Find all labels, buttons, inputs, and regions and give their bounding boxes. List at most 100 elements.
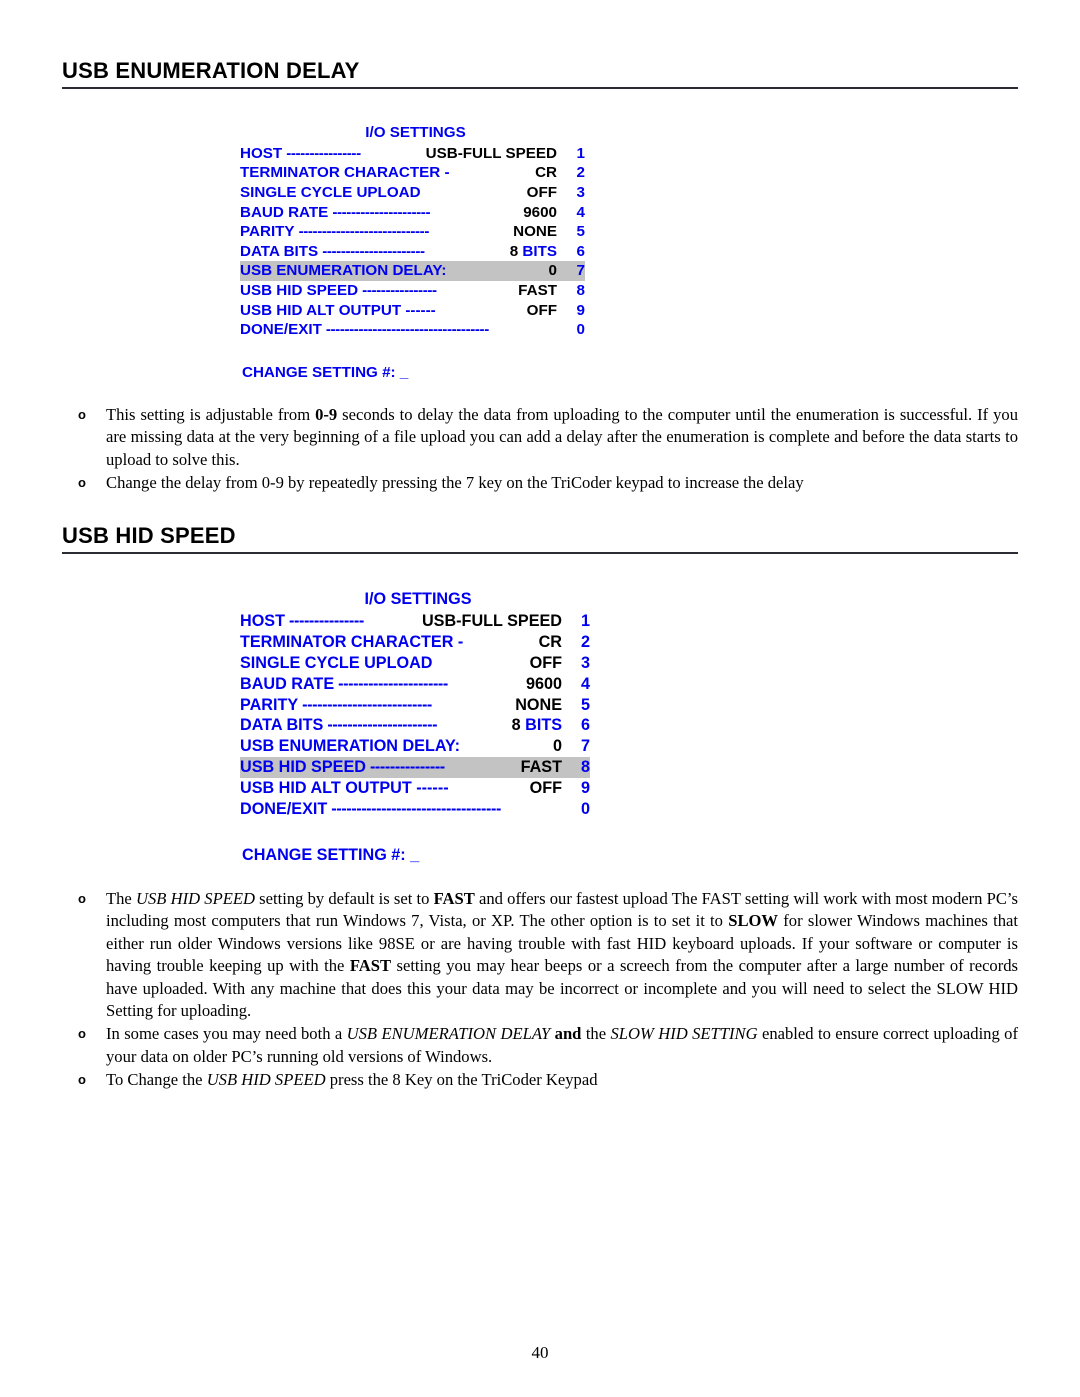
- menu-row-value: 9600: [525, 674, 562, 693]
- menu-row-index[interactable]: 8: [564, 757, 590, 778]
- menu-row-leader: --------------------------: [302, 695, 432, 714]
- text-run: The: [106, 888, 136, 908]
- menu-row-label: DONE/EXIT: [240, 321, 322, 339]
- menu-row-label: USB ENUMERATION DELAY:: [240, 262, 447, 280]
- menu-row-index[interactable]: 1: [559, 144, 585, 164]
- change-setting-label: CHANGE SETTING #:: [242, 364, 396, 382]
- menu-row-value-part: 8: [509, 242, 523, 260]
- menu-row[interactable]: USB HID SPEED ---------------- FAST 8: [240, 281, 585, 301]
- change-setting-prompt: CHANGE SETTING #: _: [240, 845, 590, 866]
- menu-row-value: CR: [538, 632, 562, 651]
- page-number: 40: [531, 1343, 549, 1362]
- menu-row-value: 9600: [523, 203, 557, 221]
- menu-row-index[interactable]: 7: [559, 261, 585, 281]
- text-run: SLOW HID SETTING: [610, 1024, 758, 1044]
- menu-row-value: FAST: [520, 758, 562, 777]
- menu-title: I/O SETTINGS: [365, 124, 466, 142]
- input-cursor[interactable]: _: [400, 364, 408, 381]
- menu-row-index[interactable]: 1: [564, 611, 590, 632]
- menu-row-label: USB ENUMERATION DELAY:: [240, 737, 461, 756]
- section-usb-hid-speed: USB HID SPEED: [62, 495, 1018, 555]
- text-run: SLOW: [728, 911, 779, 931]
- menu-row[interactable]: SINGLE CYCLE UPLOAD OFF 3: [240, 183, 585, 203]
- menu-row[interactable]: DATA BITS ---------------------- 8 BITS 6: [240, 242, 585, 262]
- menu-row-leader: ----------------: [286, 144, 361, 162]
- menu-row-label: DONE/EXIT: [240, 799, 328, 818]
- text-run: FAST: [433, 888, 475, 908]
- menu-row-index[interactable]: 0: [564, 799, 590, 820]
- section-usb-enumeration-delay: USB ENUMERATION DELAY: [62, 0, 1018, 90]
- menu-row-index[interactable]: 3: [559, 183, 585, 203]
- menu-row[interactable]: DONE/EXIT -------------------------------…: [240, 799, 590, 820]
- menu-row[interactable]: TERMINATOR CHARACTER - CR 2: [240, 163, 585, 183]
- text-run: USB HID SPEED: [136, 888, 255, 908]
- list-item: This setting is adjustable from 0-9 seco…: [62, 404, 1018, 471]
- text-run: setting by default is set to: [254, 888, 434, 908]
- text-run: USB HID SPEED: [206, 1069, 326, 1089]
- menu-row-index[interactable]: 9: [559, 301, 585, 321]
- menu-row-index[interactable]: 0: [559, 320, 585, 340]
- menu-row-leader: -----------------------------------: [325, 321, 489, 339]
- menu-row[interactable]: BAUD RATE --------------------- 9600 4: [240, 203, 585, 223]
- menu-row[interactable]: PARITY ---------------------------- NONE 5: [240, 222, 585, 242]
- menu-row-label: BAUD RATE: [240, 203, 329, 221]
- menu-row-leader: ----------------------: [322, 242, 425, 260]
- menu-row[interactable]: SINGLE CYCLE UPLOAD OFF 3: [240, 653, 590, 674]
- change-setting-prompt: CHANGE SETTING #: _: [240, 363, 585, 383]
- menu-row-index[interactable]: 4: [564, 674, 590, 695]
- menu-row-index[interactable]: 6: [564, 715, 590, 736]
- menu-row[interactable]: DONE/EXIT -------------------------------…: [240, 320, 585, 340]
- text-run: 0-9: [315, 405, 338, 424]
- menu-row-label: DATA BITS: [240, 716, 324, 735]
- menu-row[interactable]: DATA BITS ---------------------- 8 BITS 6: [240, 715, 590, 736]
- menu-row[interactable]: USB HID SPEED --------------- FAST 8: [240, 757, 590, 779]
- text-run: Change the delay from 0-9 by repeatedly …: [106, 472, 804, 492]
- menu-row-value-part: 8: [511, 716, 526, 735]
- menu-row-value: 0: [548, 262, 557, 280]
- menu-row[interactable]: BAUD RATE ---------------------- 9600 4: [240, 674, 590, 695]
- menu-row-index[interactable]: 3: [564, 653, 590, 674]
- menu-row-index[interactable]: 2: [559, 163, 585, 183]
- menu-row[interactable]: USB ENUMERATION DELAY: 0 7: [240, 261, 585, 282]
- menu-row-value: NONE: [513, 223, 557, 241]
- menu-row-value: CR: [535, 164, 557, 182]
- menu-row-index[interactable]: 6: [559, 242, 585, 262]
- menu-row[interactable]: USB HID ALT OUTPUT ------ OFF 9: [240, 301, 585, 321]
- list-item: The USB HID SPEED setting by default is …: [62, 888, 1018, 1023]
- menu-row[interactable]: HOST ---------------- USB-FULL SPEED 1: [240, 144, 585, 164]
- bullet-list-1: This setting is adjustable from 0-9 seco…: [62, 404, 1018, 495]
- page-title-secondary: USB HID SPEED: [62, 522, 236, 548]
- menu-row-value-part: BITS: [525, 716, 562, 735]
- menu-row-label: BAUD RATE: [240, 674, 335, 693]
- menu-row[interactable]: PARITY -------------------------- NONE 5: [240, 695, 590, 716]
- menu-row-index[interactable]: 7: [564, 736, 590, 757]
- list-item: Change the delay from 0-9 by repeatedly …: [62, 472, 1018, 495]
- menu-row-label: USB HID ALT OUTPUT ------: [240, 779, 449, 798]
- menu-row[interactable]: TERMINATOR CHARACTER - CR 2: [240, 632, 590, 653]
- menu-row[interactable]: USB ENUMERATION DELAY: 0 7: [240, 736, 590, 757]
- menu-row-index[interactable]: 9: [564, 778, 590, 799]
- menu-row-index[interactable]: 8: [559, 281, 585, 301]
- menu-row-index[interactable]: 5: [559, 222, 585, 242]
- change-setting-label: CHANGE SETTING #:: [242, 845, 406, 864]
- menu-row-value: OFF: [526, 301, 557, 319]
- menu-row-leader: ----------------------------------: [331, 799, 501, 818]
- menu-row-label: HOST: [240, 611, 285, 630]
- bullet-list-2: The USB HID SPEED setting by default is …: [62, 888, 1018, 1092]
- input-cursor[interactable]: _: [410, 846, 419, 864]
- menu-row-index[interactable]: 2: [564, 632, 590, 653]
- menu-row-value: NONE: [515, 695, 562, 714]
- menu-row-value: 0: [552, 737, 562, 756]
- text-run: In some cases you may need both a: [106, 1024, 347, 1044]
- menu-row-value: FAST: [518, 282, 557, 300]
- menu-row[interactable]: HOST --------------- USB-FULL SPEED 1: [240, 611, 590, 632]
- menu-row-index[interactable]: 5: [564, 695, 590, 716]
- device-menu-screenshot-1: I/O SETTINGS HOST ---------------- USB-FUL…: [240, 89, 585, 383]
- menu-row-index[interactable]: 4: [559, 203, 585, 223]
- menu-row-leader: ----------------------: [327, 716, 438, 735]
- text-run: This setting is adjustable from: [106, 405, 316, 424]
- menu-row[interactable]: USB HID ALT OUTPUT ------ OFF 9: [240, 778, 590, 799]
- text-run: press the 8 Key on the TriCoder Keypad: [325, 1069, 598, 1089]
- menu-row-value: OFF: [529, 653, 562, 672]
- menu-row-leader: ----------------------------: [298, 223, 430, 241]
